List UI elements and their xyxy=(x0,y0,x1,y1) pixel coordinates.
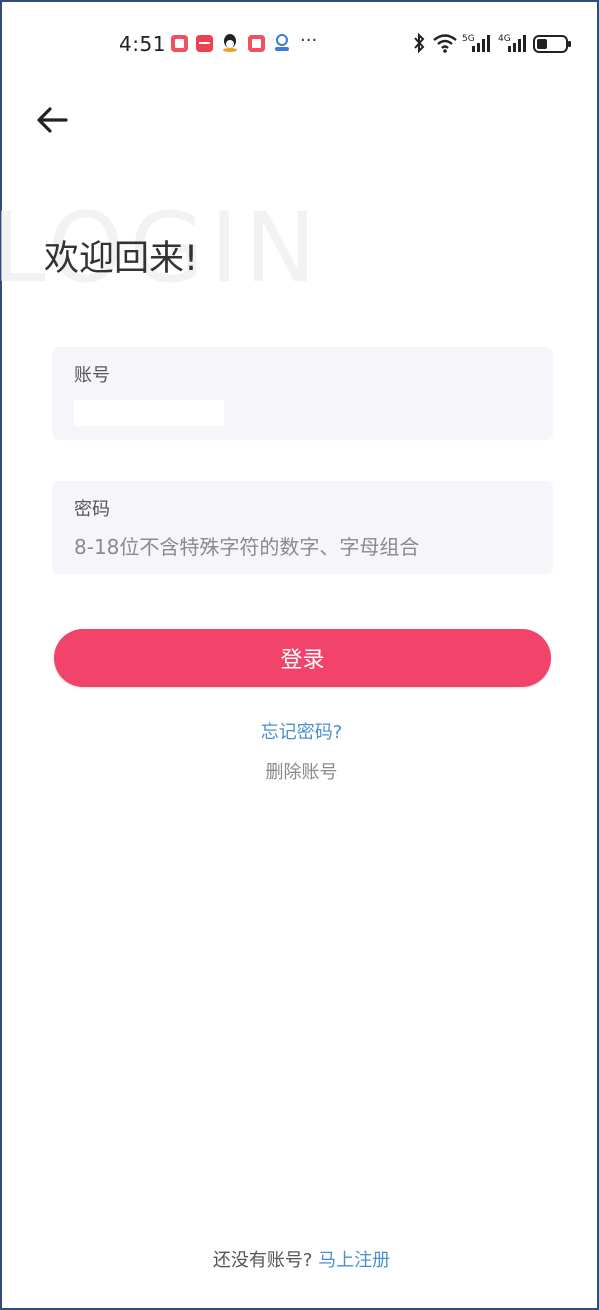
notification-app-icon xyxy=(248,35,265,52)
back-button[interactable] xyxy=(32,100,72,140)
login-button[interactable]: 登录 xyxy=(54,629,551,687)
signal-5g-icon: 5G xyxy=(462,32,494,58)
account-input[interactable] xyxy=(74,400,224,426)
footer: 还没有账号? 马上注册 xyxy=(2,1246,599,1272)
battery-icon xyxy=(533,34,573,58)
status-bar: 4:51 ··· 5G 4G xyxy=(2,24,599,64)
signal-4g-label: 4G xyxy=(498,34,511,44)
signal-4g-icon: 4G xyxy=(498,32,530,58)
signal-5g-label: 5G xyxy=(462,34,475,44)
qq-icon xyxy=(222,33,238,53)
page-title: 欢迎回来! xyxy=(44,239,199,279)
wifi-icon xyxy=(432,32,458,58)
password-input[interactable] xyxy=(74,533,514,561)
more-notifications-icon: ··· xyxy=(300,30,318,51)
password-field[interactable]: 密码 xyxy=(52,481,553,574)
account-field[interactable]: 账号 xyxy=(52,347,553,440)
screen-frame: 4:51 ··· 5G 4G LOGIN 欢迎回来! 账号 密码 登录 忘记密码… xyxy=(0,0,599,1310)
register-prompt: 还没有账号? xyxy=(212,1250,319,1271)
register-link[interactable]: 马上注册 xyxy=(318,1250,390,1271)
delete-account-link[interactable]: 删除账号 xyxy=(2,758,599,784)
notification-app-icon xyxy=(171,35,188,52)
status-time: 4:51 xyxy=(119,32,166,56)
arrow-left-icon xyxy=(37,107,68,133)
forgot-password-link[interactable]: 忘记密码? xyxy=(2,718,599,744)
notification-app-icon xyxy=(196,35,213,52)
password-label: 密码 xyxy=(74,499,110,520)
notification-app-icon xyxy=(273,33,291,53)
bluetooth-icon xyxy=(412,32,426,58)
account-label: 账号 xyxy=(74,365,110,386)
